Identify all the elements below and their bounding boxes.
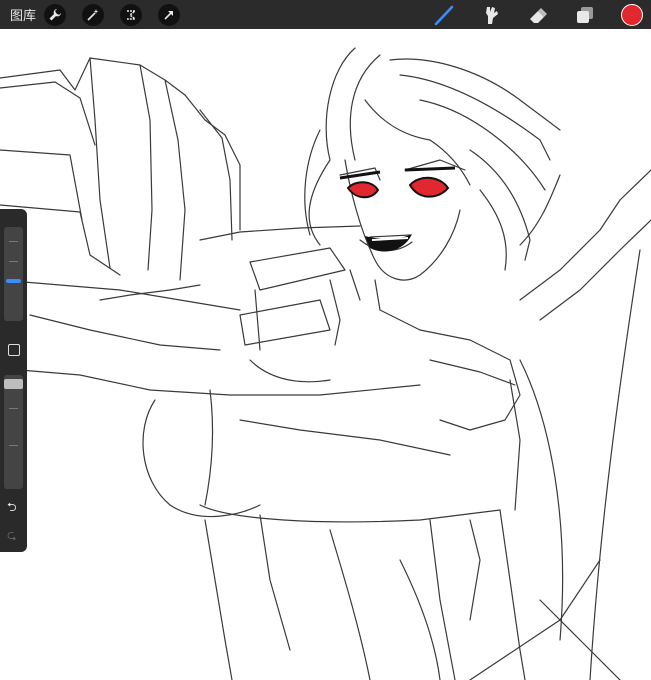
side-toolbar: ⮌ ⮎ xyxy=(0,209,27,552)
right-toolset xyxy=(433,0,651,29)
slider-tick xyxy=(9,261,18,262)
brush-icon[interactable] xyxy=(433,4,455,26)
brush-size-slider[interactable] xyxy=(4,227,23,321)
eyes xyxy=(339,166,456,199)
drawing-canvas[interactable] xyxy=(0,29,651,680)
slider-tick xyxy=(9,241,18,242)
color-picker-button[interactable] xyxy=(621,3,643,26)
opacity-slider[interactable] xyxy=(4,375,23,489)
transform-arrow-icon[interactable] xyxy=(158,3,181,26)
selection-icon[interactable] xyxy=(120,3,143,26)
smudge-icon[interactable] xyxy=(480,4,502,26)
slider-tick xyxy=(9,445,18,446)
gallery-button[interactable]: 图库 xyxy=(10,5,36,24)
magic-wand-icon[interactable] xyxy=(82,3,105,26)
sketch-lines xyxy=(0,47,651,680)
undo-icon[interactable]: ⮌ xyxy=(7,501,17,513)
eyedropper-square-icon[interactable] xyxy=(8,344,20,356)
top-toolbar: 图库 xyxy=(0,0,651,29)
opacity-thumb[interactable] xyxy=(4,379,23,389)
redo-icon[interactable]: ⮎ xyxy=(7,529,17,541)
slider-tick xyxy=(9,408,18,409)
eraser-icon[interactable] xyxy=(527,4,549,26)
brush-size-thumb[interactable] xyxy=(6,279,21,283)
layers-icon[interactable] xyxy=(574,4,596,26)
wrench-icon[interactable] xyxy=(44,3,67,26)
